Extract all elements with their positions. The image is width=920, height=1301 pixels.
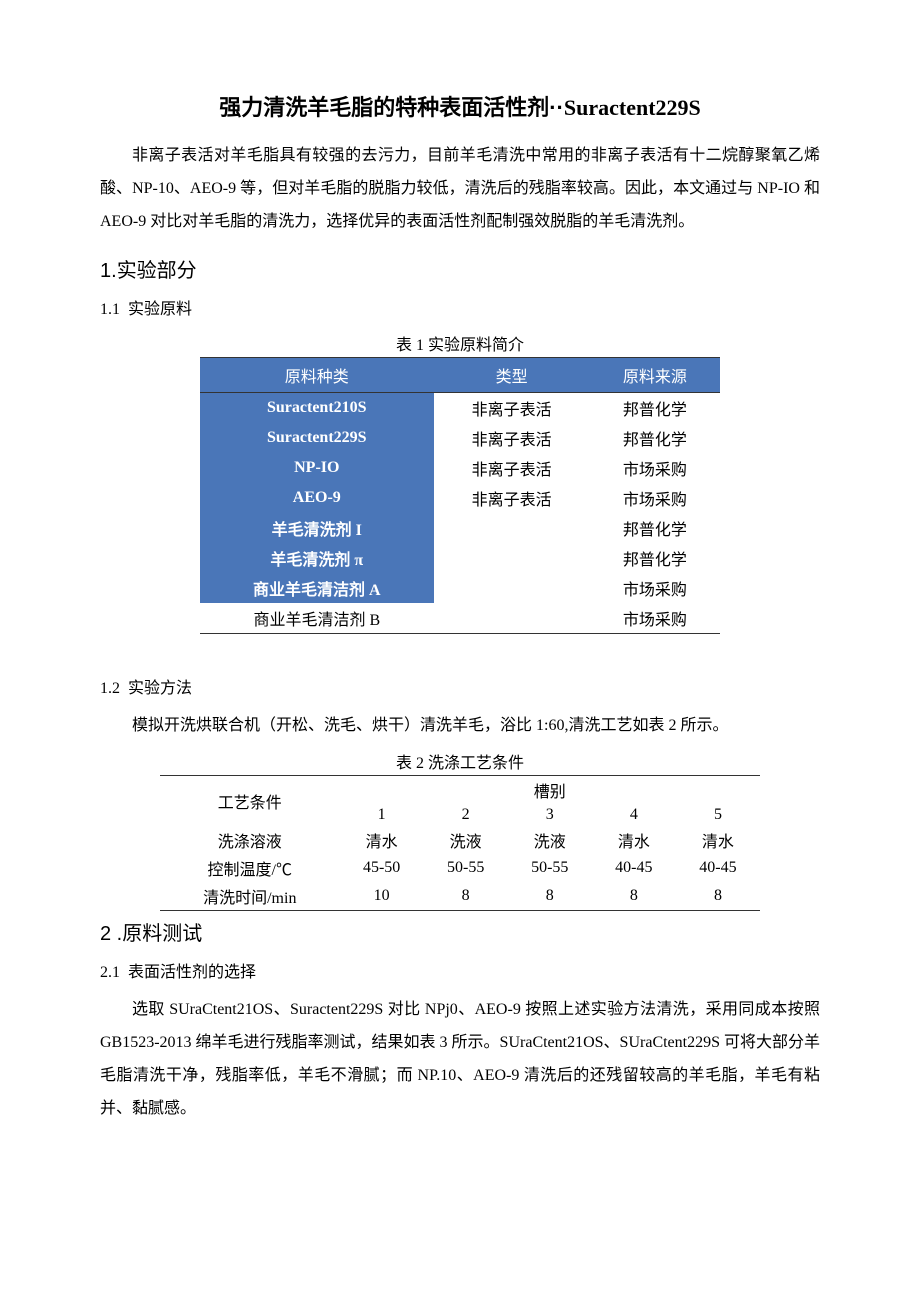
t2-row-label: 清洗时间/min (160, 882, 340, 911)
section-2-1-body: 选取 SUraCtent21OS、Suractent229S 对比 NPj0、A… (100, 994, 820, 1125)
t2-cell: 洗液 (424, 826, 508, 854)
section-number: 2 (100, 923, 111, 945)
t1-source-cell: 邦普化学 (590, 393, 720, 424)
t1-header: 原料来源 (590, 358, 720, 393)
section-1-1-heading: 1.1 实验原料 (100, 295, 820, 319)
t1-source-cell: 邦普化学 (590, 513, 720, 543)
t2-cell: 50-55 (508, 854, 592, 882)
t2-cell: 洗液 (508, 826, 592, 854)
t2-col-header: 2 (424, 804, 508, 826)
t1-type-cell (434, 573, 590, 603)
t2-cell: 清水 (340, 826, 424, 854)
section-1-2-body: 模拟开洗烘联合机（开松、洗毛、烘干）清洗羊毛，浴比 1:60,清洗工艺如表 2 … (100, 710, 820, 743)
t1-header: 原料种类 (200, 358, 434, 393)
t1-name-cell: 羊毛清洗剂 π (200, 543, 434, 573)
t1-name-cell: AEO-9 (200, 483, 434, 513)
t1-name-cell: 商业羊毛清洁剂 A (200, 573, 434, 603)
t1-type-cell: 非离子表活 (434, 423, 590, 453)
t2-cell: 40-45 (676, 854, 760, 882)
t1-name-cell: 羊毛清洗剂 I (200, 513, 434, 543)
t2-col-header: 4 (592, 804, 676, 826)
t1-name-cell: 商业羊毛清洁剂 B (200, 603, 434, 634)
t2-super-header: 槽别 (340, 776, 760, 805)
section-2-heading: 2 .原料测试 (100, 917, 820, 946)
t1-header: 类型 (434, 358, 590, 393)
table-2: 工艺条件 槽别 12345 洗涤溶液清水洗液洗液清水清水控制温度/℃45-505… (160, 775, 760, 911)
section-title: 原料测试 (122, 923, 202, 945)
t1-type-cell (434, 543, 590, 573)
t2-row-label: 控制温度/℃ (160, 854, 340, 882)
dot: . (111, 923, 122, 945)
section-title: 实验原料 (128, 301, 192, 318)
t2-corner: 工艺条件 (160, 776, 340, 827)
t2-row-label: 洗涤溶液 (160, 826, 340, 854)
t1-source-cell: 市场采购 (590, 573, 720, 603)
t1-source-cell: 市场采购 (590, 483, 720, 513)
table-2-caption: 表 2 洗涤工艺条件 (100, 749, 820, 773)
t1-name-cell: NP-IO (200, 453, 434, 483)
t1-type-cell (434, 603, 590, 634)
t2-cell: 8 (592, 882, 676, 911)
section-2-1-heading: 2.1 表面活性剂的选择 (100, 958, 820, 982)
t2-cell: 清水 (676, 826, 760, 854)
t2-col-header: 3 (508, 804, 592, 826)
t2-cell: 8 (676, 882, 760, 911)
t1-type-cell: 非离子表活 (434, 453, 590, 483)
section-title: 表面活性剂的选择 (128, 964, 256, 981)
section-1-heading: 1.实验部分 (100, 254, 820, 283)
t1-type-cell (434, 513, 590, 543)
section-number: 1 (100, 260, 111, 282)
t1-type-cell: 非离子表活 (434, 393, 590, 424)
section-title: 实验部分 (117, 260, 197, 282)
table-1-caption: 表 1 实验原料简介 (100, 331, 820, 355)
t2-cell: 清水 (592, 826, 676, 854)
table-1-wrap: 原料种类 类型 原料来源 Suractent210S非离子表活邦普化学Surac… (200, 357, 720, 634)
t2-cell: 8 (424, 882, 508, 911)
t2-cell: 10 (340, 882, 424, 911)
t1-type-cell: 非离子表活 (434, 483, 590, 513)
table-1: 原料种类 类型 原料来源 Suractent210S非离子表活邦普化学Surac… (200, 357, 720, 634)
t2-cell: 40-45 (592, 854, 676, 882)
t2-col-header: 1 (340, 804, 424, 826)
t1-source-cell: 邦普化学 (590, 543, 720, 573)
t1-name-cell: Suractent210S (200, 393, 434, 424)
title-en: Suractent229S (564, 95, 701, 120)
t2-cell: 45-50 (340, 854, 424, 882)
title-cn: 强力清洗羊毛脂的特种表面活性剂·· (219, 95, 564, 120)
section-number: 1.1 (100, 301, 120, 318)
t2-col-header: 5 (676, 804, 760, 826)
intro-paragraph: 非离子表活对羊毛脂具有较强的去污力，目前羊毛清洗中常用的非离子表活有十二烷醇聚氧… (100, 140, 820, 238)
t1-source-cell: 邦普化学 (590, 423, 720, 453)
page-title: 强力清洗羊毛脂的特种表面活性剂··Suractent229S (100, 90, 820, 122)
section-number: 2.1 (100, 964, 120, 981)
t1-source-cell: 市场采购 (590, 453, 720, 483)
t2-cell: 50-55 (424, 854, 508, 882)
t1-name-cell: Suractent229S (200, 423, 434, 453)
t2-cell: 8 (508, 882, 592, 911)
table-2-wrap: 工艺条件 槽别 12345 洗涤溶液清水洗液洗液清水清水控制温度/℃45-505… (160, 775, 760, 911)
t1-source-cell: 市场采购 (590, 603, 720, 634)
section-number: 1.2 (100, 680, 120, 697)
section-title: 实验方法 (128, 680, 192, 697)
section-1-2-heading: 1.2 实验方法 (100, 674, 820, 698)
